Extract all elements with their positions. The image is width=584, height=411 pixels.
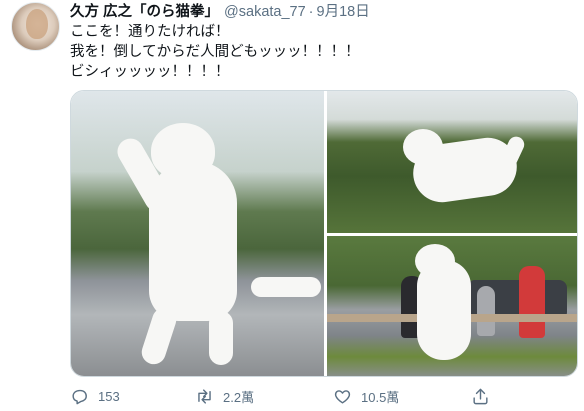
tweet-header: 久方 広之「のら猫拳」 @sakata_77 · 9月18日 xyxy=(70,2,370,22)
like-count: 10.5萬 xyxy=(361,389,400,405)
person xyxy=(519,266,545,338)
retweet-button[interactable]: 2.2萬 xyxy=(195,383,254,409)
tweet[interactable]: 久方 広之「のら猫拳」 @sakata_77 · 9月18日 ここを！通りたければ！ … xyxy=(0,0,584,411)
separator-dot: · xyxy=(308,4,314,20)
tweet-text-line: ビシィッッッッ！！！！ xyxy=(70,64,230,80)
person xyxy=(477,286,495,336)
share-icon xyxy=(473,388,488,404)
cat-head xyxy=(151,123,215,179)
tweet-text-line: ここを！通りたければ！ xyxy=(70,24,230,40)
reply-count: 153 xyxy=(98,388,120,404)
photo-cat-with-people[interactable] xyxy=(327,236,577,376)
reply-button[interactable]: 153 xyxy=(70,383,120,409)
media-grid xyxy=(70,90,578,377)
cat-leg xyxy=(138,304,180,368)
like-button[interactable]: 10.5萬 xyxy=(333,383,399,409)
cat-head xyxy=(403,129,443,165)
retweet-icon xyxy=(198,388,211,404)
cat-tail xyxy=(251,277,321,297)
tweet-date[interactable]: 9月18日 xyxy=(317,4,370,20)
display-name[interactable]: 久方 広之「のら猫拳」 xyxy=(70,4,219,20)
cat-leg xyxy=(209,311,233,365)
photo-standing-cat[interactable] xyxy=(71,91,324,376)
tweet-text: ここを！通りたければ！ 我を！倒してからだ人間どもッッッ！！！！ ビシィッッッッ… xyxy=(70,22,570,82)
share-button[interactable] xyxy=(471,383,490,409)
tweet-actions: 153 2.2萬 10.5萬 xyxy=(70,383,578,409)
reply-icon xyxy=(72,389,87,404)
avatar[interactable] xyxy=(11,2,60,51)
tweet-text-line: 我を！倒してからだ人間どもッッッ！！！！ xyxy=(70,44,360,60)
retweet-count: 2.2萬 xyxy=(223,389,255,405)
heart-icon xyxy=(334,389,351,404)
cat-head xyxy=(415,244,455,278)
user-handle[interactable]: @sakata_77 xyxy=(224,4,306,20)
photo-jumping-cat[interactable] xyxy=(327,91,577,233)
